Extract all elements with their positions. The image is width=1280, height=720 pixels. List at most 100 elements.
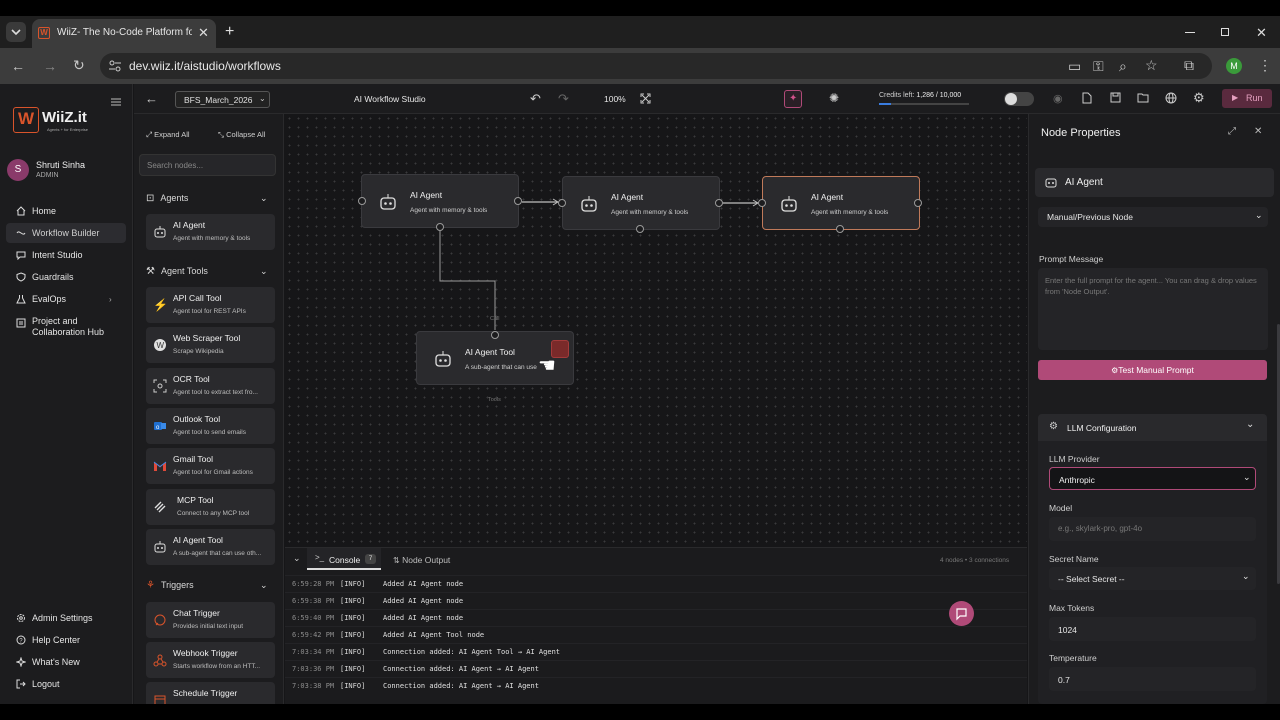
prompt-textarea[interactable]: Enter the full prompt for the agent... Y… bbox=[1038, 268, 1268, 350]
extensions-icon[interactable]: ⧉ bbox=[1184, 58, 1194, 72]
open-folder-icon[interactable] bbox=[1137, 92, 1149, 103]
tool-port[interactable] bbox=[836, 225, 844, 233]
browser-tab[interactable]: W WiiZ- The No-Code Platform fo ✕ bbox=[32, 19, 216, 48]
debug-bug-icon[interactable]: ✺ bbox=[829, 91, 839, 105]
workflow-select[interactable]: BFS_March_2026 ⌄ bbox=[175, 91, 270, 108]
tab-console[interactable]: >_ Console 7 bbox=[307, 548, 381, 570]
close-panel-icon[interactable]: ✕ bbox=[1254, 126, 1262, 137]
palette-card-mcp-tool[interactable]: MCP Tool Connect to any MCP tool bbox=[146, 489, 275, 525]
preview-eye-icon[interactable]: ◉ bbox=[1053, 92, 1063, 105]
max-tokens-input[interactable]: 1024 bbox=[1049, 617, 1256, 641]
palette-card-gmail-tool[interactable]: Gmail Tool Agent tool for Gmail actions bbox=[146, 448, 275, 484]
nav-home[interactable]: Home bbox=[6, 201, 126, 221]
card-subtitle: Agent tool for REST APIs bbox=[173, 308, 246, 315]
output-port[interactable] bbox=[514, 197, 522, 205]
run-button[interactable]: ▶ Run bbox=[1222, 89, 1272, 108]
redo-icon[interactable]: ↷ bbox=[558, 91, 569, 107]
nav-evalops[interactable]: EvalOps › bbox=[6, 289, 126, 309]
undo-icon[interactable]: ↶ bbox=[530, 91, 541, 107]
canvas-node-ai-agent-tool[interactable]: AI Agent Tool A sub-agent that can use ☚ bbox=[416, 331, 574, 385]
palette-card-chat-trigger[interactable]: Chat Trigger Provides initial text input bbox=[146, 602, 275, 638]
section-agents[interactable]: ⊡ Agents ⌄ bbox=[146, 190, 276, 206]
back-arrow-icon[interactable]: ← bbox=[145, 91, 158, 106]
input-port[interactable] bbox=[358, 197, 366, 205]
section-agent-tools[interactable]: ⚒ Agent Tools ⌄ bbox=[146, 263, 276, 279]
output-port[interactable] bbox=[914, 199, 922, 207]
save-icon[interactable] bbox=[1110, 92, 1121, 103]
back-icon[interactable]: ← bbox=[11, 59, 25, 73]
input-mode-select[interactable]: Manual/Previous Node ⌄ bbox=[1038, 207, 1268, 227]
palette-card-outlook-tool[interactable]: o Outlook Tool Agent tool to send emails bbox=[146, 408, 275, 444]
palette-card-ai-agent-tool[interactable]: AI Agent Tool A sub-agent that can use o… bbox=[146, 529, 275, 565]
secret-select[interactable]: -- Select Secret -- ⌄ bbox=[1049, 567, 1256, 590]
ai-assist-button[interactable]: ✦ bbox=[784, 90, 802, 108]
nav-help-center[interactable]: ? Help Center bbox=[6, 630, 126, 650]
minimize-window-icon[interactable] bbox=[1185, 32, 1195, 33]
nav-intent-studio-label: Intent Studio bbox=[32, 250, 83, 260]
llm-config-header[interactable]: ⚙ LLM Configuration ⌄ bbox=[1038, 414, 1267, 441]
temperature-input[interactable]: 0.7 bbox=[1049, 667, 1256, 691]
nav-guardrails[interactable]: Guardrails bbox=[6, 267, 126, 287]
close-tab-icon[interactable]: ✕ bbox=[198, 25, 209, 41]
zoom-icon[interactable]: ⌕ bbox=[1119, 59, 1127, 73]
theme-toggle[interactable] bbox=[1004, 92, 1034, 106]
bookmark-star-icon[interactable]: ☆ bbox=[1145, 58, 1158, 72]
browser-menu-icon[interactable]: ⋮ bbox=[1258, 58, 1272, 72]
nav-workflow-builder[interactable]: Workflow Builder bbox=[6, 223, 126, 243]
collapse-nav-icon[interactable] bbox=[111, 97, 121, 107]
palette-card-webhook-trigger[interactable]: Webhook Trigger Starts workflow from an … bbox=[146, 642, 275, 678]
palette-card-web-scraper-tool[interactable]: W Web Scraper Tool Scrape Wikipedia bbox=[146, 327, 275, 363]
profile-avatar[interactable]: M bbox=[1226, 58, 1242, 74]
new-file-icon[interactable] bbox=[1082, 92, 1092, 104]
tool-port[interactable] bbox=[436, 223, 444, 231]
forward-icon[interactable]: → bbox=[43, 59, 57, 73]
screen-bottom-band bbox=[0, 704, 1280, 720]
llm-provider-value: Anthropic bbox=[1059, 475, 1095, 485]
card-subtitle: A sub-agent that can use oth... bbox=[173, 550, 262, 557]
log-message: Connection added: AI Agent Tool → AI Age… bbox=[383, 648, 561, 656]
palette-card-schedule-trigger[interactable]: Schedule Trigger bbox=[146, 682, 275, 704]
expand-all-button[interactable]: ⤢ Expand All bbox=[146, 130, 190, 140]
nav-intent-studio[interactable]: Intent Studio bbox=[6, 245, 126, 265]
expand-panel-icon[interactable]: ⤢ bbox=[1228, 126, 1236, 137]
nav-admin-settings[interactable]: Admin Settings bbox=[6, 608, 126, 628]
chat-fab-button[interactable] bbox=[949, 601, 974, 626]
globe-icon[interactable] bbox=[1165, 92, 1177, 104]
fit-view-icon[interactable] bbox=[640, 93, 651, 104]
palette-card-api-call-tool[interactable]: ⚡ API Call Tool Agent tool for REST APIs bbox=[146, 287, 275, 323]
call-port[interactable] bbox=[491, 331, 499, 339]
console-collapse-icon[interactable]: ⌄ bbox=[293, 553, 301, 564]
settings-gear-icon[interactable]: ⚙ bbox=[1193, 90, 1205, 106]
model-input[interactable]: e.g., skylark-pro, gpt-4o bbox=[1049, 517, 1256, 541]
tab-node-output[interactable]: ⇅ Node Output bbox=[393, 555, 450, 565]
input-port[interactable] bbox=[558, 199, 566, 207]
tab-list-button[interactable] bbox=[6, 22, 26, 42]
reload-icon[interactable]: ↻ bbox=[73, 58, 85, 72]
new-tab-button[interactable]: + bbox=[225, 23, 234, 41]
search-nodes-input[interactable]: Search nodes... bbox=[139, 154, 276, 176]
close-window-icon[interactable]: ✕ bbox=[1256, 25, 1267, 41]
section-triggers[interactable]: ⚘ Triggers ⌄ bbox=[146, 577, 276, 593]
llm-provider-select[interactable]: Anthropic ⌄ bbox=[1049, 467, 1256, 490]
output-port[interactable] bbox=[715, 199, 723, 207]
brand-logo[interactable]: W bbox=[13, 107, 39, 133]
canvas-node-ai-agent-1[interactable]: AI Agent Agent with memory & tools bbox=[361, 174, 519, 228]
collapse-all-button[interactable]: ⤡ Collapse All bbox=[218, 130, 265, 140]
palette-card-ai-agent[interactable]: AI Agent Agent with memory & tools bbox=[146, 214, 275, 250]
palette-card-ocr-tool[interactable]: OCR Tool Agent tool to extract text fro.… bbox=[146, 368, 275, 404]
test-manual-prompt-button[interactable]: ⚙Test Manual Prompt bbox=[1038, 360, 1267, 380]
tool-port[interactable] bbox=[636, 225, 644, 233]
nav-project-hub[interactable]: Project and Collaboration Hub bbox=[6, 316, 126, 342]
password-key-icon[interactable]: ⚿ bbox=[1093, 59, 1104, 73]
log-time: 7:03:36 PM bbox=[292, 665, 335, 673]
user-avatar[interactable]: S bbox=[7, 159, 29, 181]
canvas-node-ai-agent-3[interactable]: AI Agent Agent with memory & tools bbox=[762, 176, 920, 230]
workflow-canvas[interactable]: AI Agent Agent with memory & tools AI Ag… bbox=[285, 114, 1027, 546]
canvas-node-ai-agent-2[interactable]: AI Agent Agent with memory & tools bbox=[562, 176, 720, 230]
site-settings-icon[interactable] bbox=[108, 59, 122, 73]
input-port[interactable] bbox=[758, 199, 766, 207]
nav-logout[interactable]: Logout bbox=[6, 674, 126, 694]
restore-window-icon[interactable] bbox=[1221, 28, 1229, 36]
cast-icon[interactable]: ▭ bbox=[1068, 59, 1081, 73]
nav-whats-new[interactable]: What's New bbox=[6, 652, 126, 672]
